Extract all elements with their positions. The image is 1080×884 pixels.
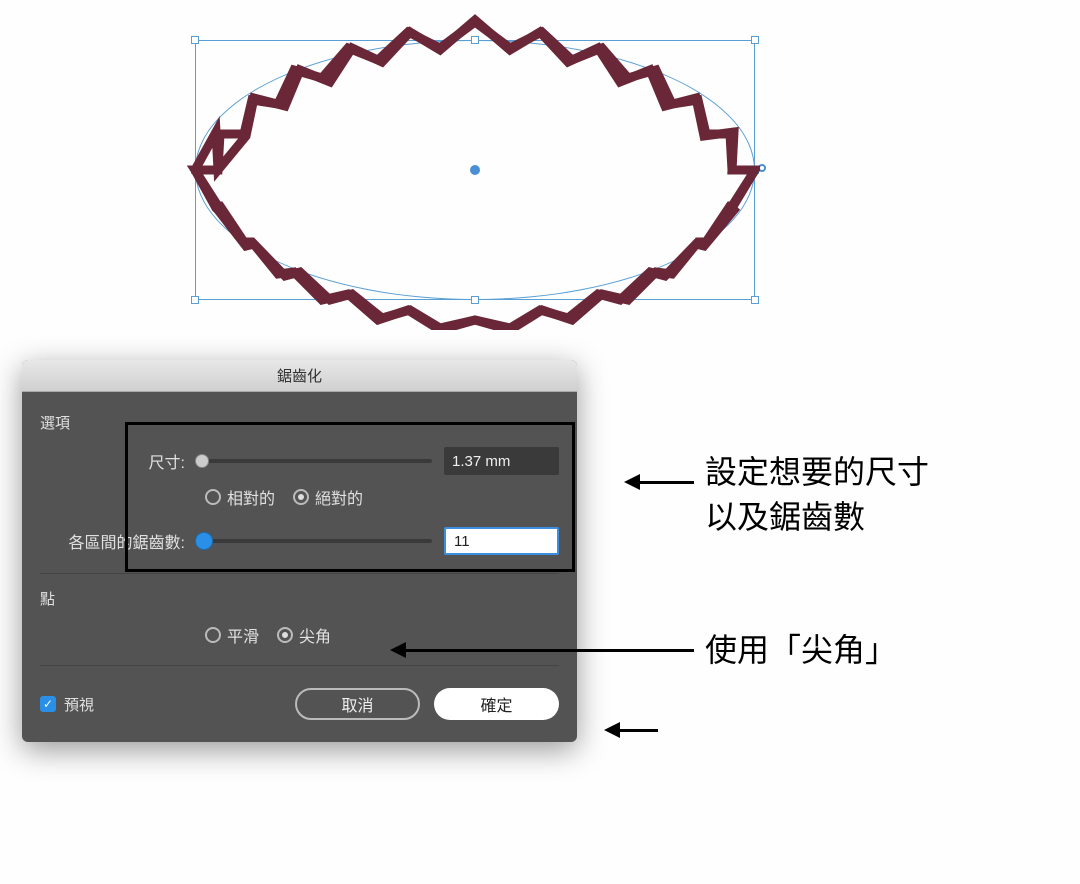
- preview-label-text: 預視: [64, 694, 94, 715]
- ok-button-label: 確定: [480, 692, 512, 716]
- dialog-title: 鋸齒化: [277, 365, 322, 386]
- divider: [40, 573, 559, 574]
- segments-value-field[interactable]: 11: [444, 527, 559, 555]
- size-value-field[interactable]: 1.37 mm: [444, 447, 559, 475]
- zigzag-ellipse-path: [180, 10, 760, 330]
- zigzag-dialog: 鋸齒化 選項 尺寸: 1.37 mm 相對的 絕對的 各區間的鋸齒數:: [22, 360, 577, 742]
- relative-label: 相對的: [227, 485, 275, 509]
- arrow-left-icon: [390, 642, 406, 658]
- annotation-arrow-2: [406, 649, 694, 652]
- annotation-arrow-3: [620, 729, 658, 732]
- options-section-label: 選項: [40, 412, 559, 433]
- checkmark-icon: ✓: [40, 696, 56, 712]
- size-label: 尺寸:: [40, 449, 195, 473]
- cancel-button-label: 取消: [341, 692, 373, 716]
- radio-icon: [293, 489, 309, 505]
- annotation-line-1a: 設定想要的尺寸: [705, 450, 929, 495]
- segments-label: 各區間的鋸齒數:: [40, 529, 195, 553]
- corner-radio[interactable]: 尖角: [277, 623, 331, 647]
- corner-label: 尖角: [299, 623, 331, 647]
- absolute-label: 絕對的: [315, 485, 363, 509]
- absolute-radio[interactable]: 絕對的: [293, 485, 363, 509]
- dialog-body: 選項 尺寸: 1.37 mm 相對的 絕對的 各區間的鋸齒數: 11: [22, 392, 577, 742]
- segments-slider[interactable]: [195, 539, 432, 543]
- annotation-text-2: 使用「尖角」: [705, 628, 897, 673]
- smooth-radio[interactable]: 平滑: [205, 623, 259, 647]
- smooth-label: 平滑: [227, 623, 259, 647]
- segments-slider-thumb[interactable]: [195, 532, 213, 550]
- canvas-area: [180, 10, 760, 330]
- button-row: ✓ 預視 取消 確定: [40, 688, 559, 720]
- cancel-button[interactable]: 取消: [295, 688, 420, 720]
- segments-row: 各區間的鋸齒數: 11: [40, 527, 559, 555]
- points-section-label: 點: [40, 588, 559, 609]
- annotation-arrow-1: [640, 481, 694, 484]
- size-mode-row: 相對的 絕對的: [40, 485, 559, 509]
- point-mode-row: 平滑 尖角: [40, 623, 559, 647]
- radio-icon: [205, 627, 221, 643]
- arrow-left-icon: [624, 474, 640, 490]
- preview-checkbox[interactable]: ✓ 預視: [40, 694, 281, 715]
- arrow-left-icon: [604, 722, 620, 738]
- annotation-text-1: 設定想要的尺寸 以及鋸齒數: [705, 450, 929, 540]
- ok-button[interactable]: 確定: [434, 688, 559, 720]
- divider: [40, 665, 559, 666]
- size-row: 尺寸: 1.37 mm: [40, 447, 559, 475]
- radio-icon: [205, 489, 221, 505]
- size-slider-thumb[interactable]: [195, 454, 209, 468]
- radio-icon: [277, 627, 293, 643]
- annotation-line-1b: 以及鋸齒數: [705, 495, 929, 540]
- size-slider[interactable]: [195, 459, 432, 463]
- relative-radio[interactable]: 相對的: [205, 485, 275, 509]
- dialog-titlebar[interactable]: 鋸齒化: [22, 360, 577, 392]
